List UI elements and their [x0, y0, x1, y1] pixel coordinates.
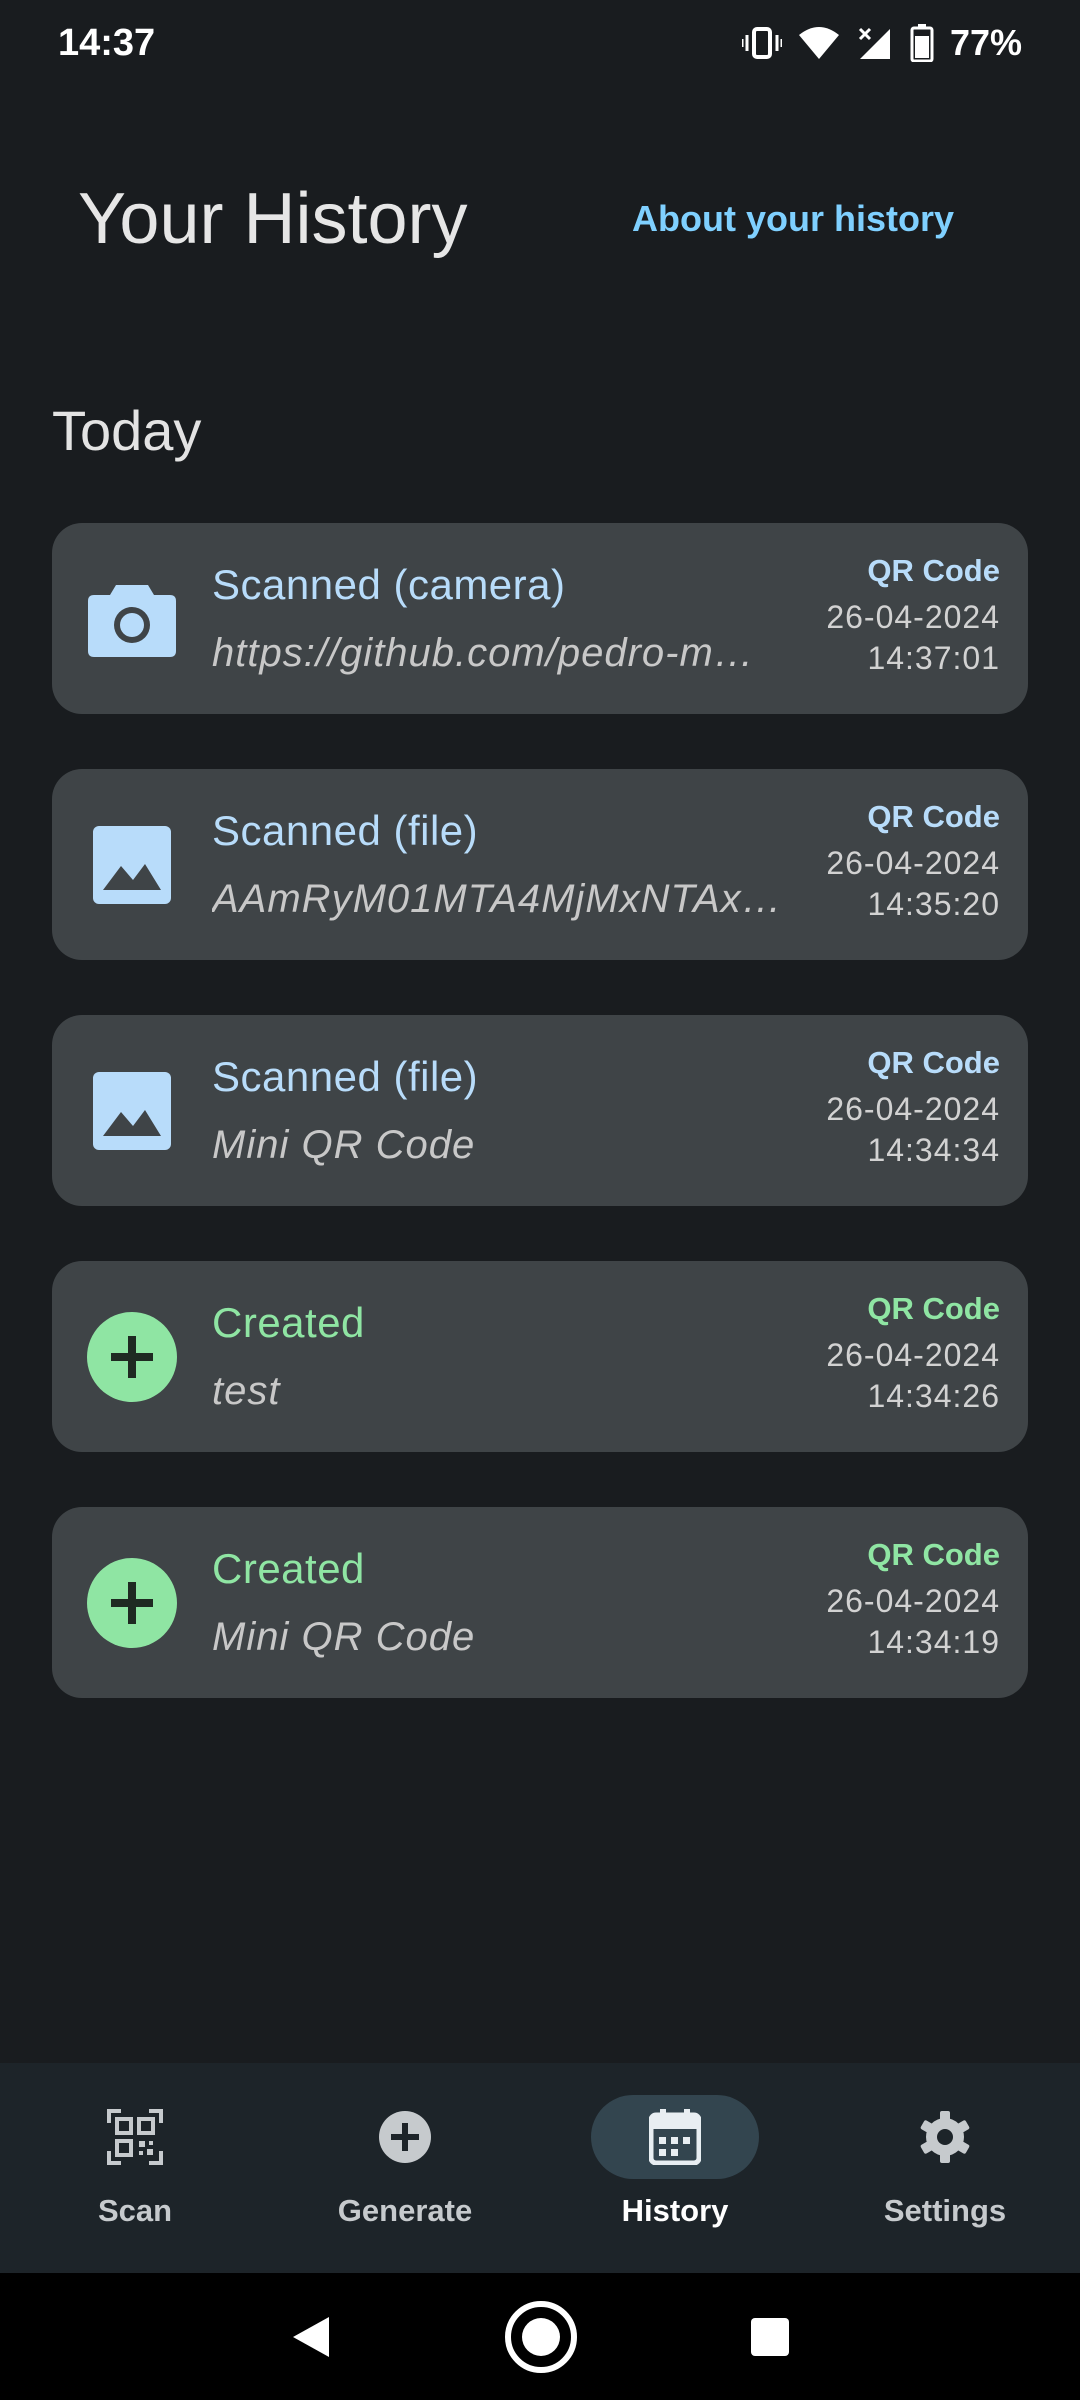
item-type: QR Code [867, 1537, 1000, 1572]
item-date: 26-04-2024 [826, 845, 1000, 881]
page-header: Your History About your history [78, 178, 998, 260]
nav-label: Settings [883, 2193, 1007, 2228]
status-bar: 14:37 77% [0, 0, 1080, 86]
item-type: QR Code [867, 553, 1000, 588]
item-date: 26-04-2024 [826, 1337, 1000, 1373]
status-icons: 77% [741, 22, 1022, 64]
history-item[interactable]: Scanned (file) AAmRyM01MTA4MjMxNTAx… QR … [52, 769, 1028, 960]
item-date: 26-04-2024 [826, 1583, 1000, 1619]
history-item[interactable]: Created Mini QR Code QR Code 26-04-2024 … [52, 1507, 1028, 1698]
item-meta: QR Code 26-04-2024 14:34:19 [826, 1537, 1000, 1661]
history-list: Scanned (camera) https://github.com/pedr… [52, 523, 1028, 1753]
image-icon [86, 819, 178, 911]
status-time: 14:37 [58, 21, 156, 64]
nav-item-history[interactable]: History [540, 2063, 810, 2273]
vibrate-icon [741, 27, 782, 59]
item-content: Mini QR Code [212, 1123, 476, 1167]
plus-icon [87, 1311, 177, 1402]
item-date: 26-04-2024 [826, 599, 1000, 635]
system-navigation-bar [0, 2273, 1080, 2400]
item-content: https://github.com/pedro-m… [212, 631, 755, 675]
nav-item-scan[interactable]: Scan [0, 2063, 270, 2273]
calendar-icon [649, 2109, 701, 2165]
battery-percent: 77% [949, 22, 1022, 63]
nav-item-generate[interactable]: Generate [270, 2063, 540, 2273]
home-icon[interactable] [503, 2299, 579, 2375]
wifi-icon [798, 27, 839, 59]
cell-signal-icon [858, 27, 890, 59]
history-item[interactable]: Scanned (camera) https://github.com/pedr… [52, 523, 1028, 714]
item-type: QR Code [867, 1291, 1000, 1326]
item-content: Mini QR Code [212, 1615, 476, 1659]
item-content: test [212, 1369, 281, 1413]
item-time: 14:35:20 [867, 886, 1000, 922]
nav-item-settings[interactable]: Settings [810, 2063, 1080, 2273]
nav-label: Generate [337, 2193, 473, 2228]
history-item[interactable]: Created test QR Code 26-04-2024 14:34:26 [52, 1261, 1028, 1452]
item-meta: QR Code 26-04-2024 14:34:26 [826, 1291, 1000, 1415]
item-time: 14:34:34 [867, 1132, 1000, 1168]
plus-icon [87, 1557, 177, 1648]
page-title: Your History [78, 179, 468, 259]
section-label-today: Today [52, 399, 202, 462]
about-history-link[interactable]: About your history [632, 198, 954, 240]
item-type: QR Code [867, 1045, 1000, 1080]
battery-icon [910, 24, 934, 62]
image-icon [86, 1065, 178, 1157]
back-icon[interactable] [289, 2313, 333, 2361]
gear-icon [920, 2111, 970, 2163]
item-meta: QR Code 26-04-2024 14:35:20 [826, 799, 1000, 923]
item-type: QR Code [867, 799, 1000, 834]
item-time: 14:37:01 [867, 640, 1000, 676]
nav-label: Scan [97, 2193, 173, 2228]
item-time: 14:34:26 [867, 1378, 1000, 1414]
item-date: 26-04-2024 [826, 1091, 1000, 1127]
item-meta: QR Code 26-04-2024 14:37:01 [826, 553, 1000, 677]
recents-icon[interactable] [749, 2316, 791, 2358]
qr-scan-icon [107, 2109, 163, 2165]
add-circle-icon [379, 2111, 431, 2163]
nav-label: History [621, 2193, 729, 2228]
camera-icon [86, 573, 178, 665]
history-item[interactable]: Scanned (file) Mini QR Code QR Code 26-0… [52, 1015, 1028, 1206]
bottom-navigation: Scan Generate History Settings [0, 2063, 1080, 2273]
item-meta: QR Code 26-04-2024 14:34:34 [826, 1045, 1000, 1169]
item-time: 14:34:19 [867, 1624, 1000, 1660]
item-content: AAmRyM01MTA4MjMxNTAx… [212, 877, 782, 921]
